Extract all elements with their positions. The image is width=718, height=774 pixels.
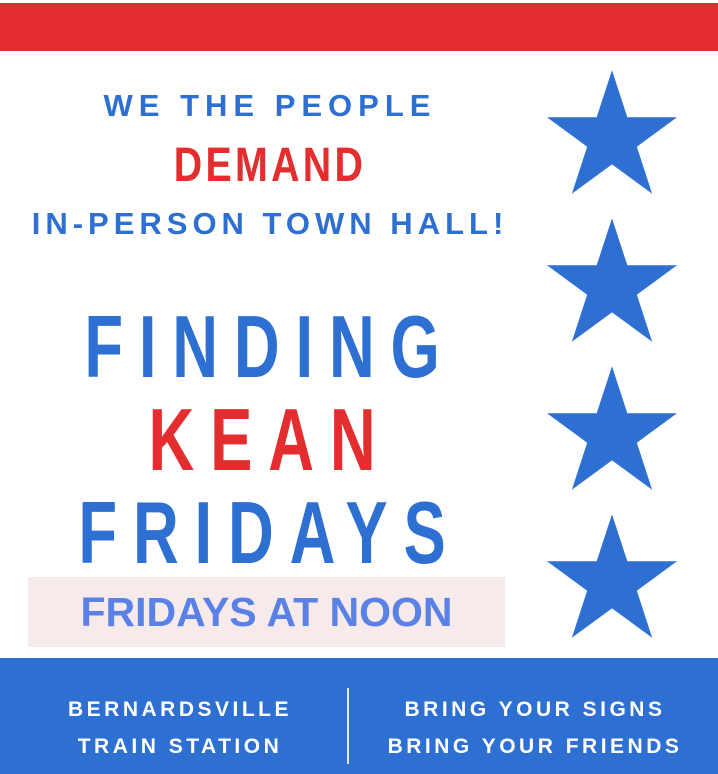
call-to-action-line1: BRING YOUR SIGNS [404,698,666,721]
call-to-action-line2: BRING YOUR FRIENDS [387,735,683,758]
title-finding: FINDING [84,297,456,396]
headline-we-the-people: WE THE PEOPLE [103,88,437,123]
location-line2: TRAIN STATION [77,735,283,758]
schedule-text: FRIDAYS AT NOON [80,589,453,635]
title-fridays: FRIDAYS [78,483,462,582]
title-kean: KEAN [148,390,392,489]
star-icon [547,70,677,194]
star-icon [547,514,677,638]
headline-demand: DEMAND [173,139,367,192]
location-line1: BERNARDSVILLE [67,698,292,721]
headline-town-hall: IN-PERSON TOWN HALL! [31,206,509,241]
footer-divider [347,688,349,764]
top-red-bar [0,3,718,51]
star-icon [547,366,677,490]
star-icon [547,218,677,342]
